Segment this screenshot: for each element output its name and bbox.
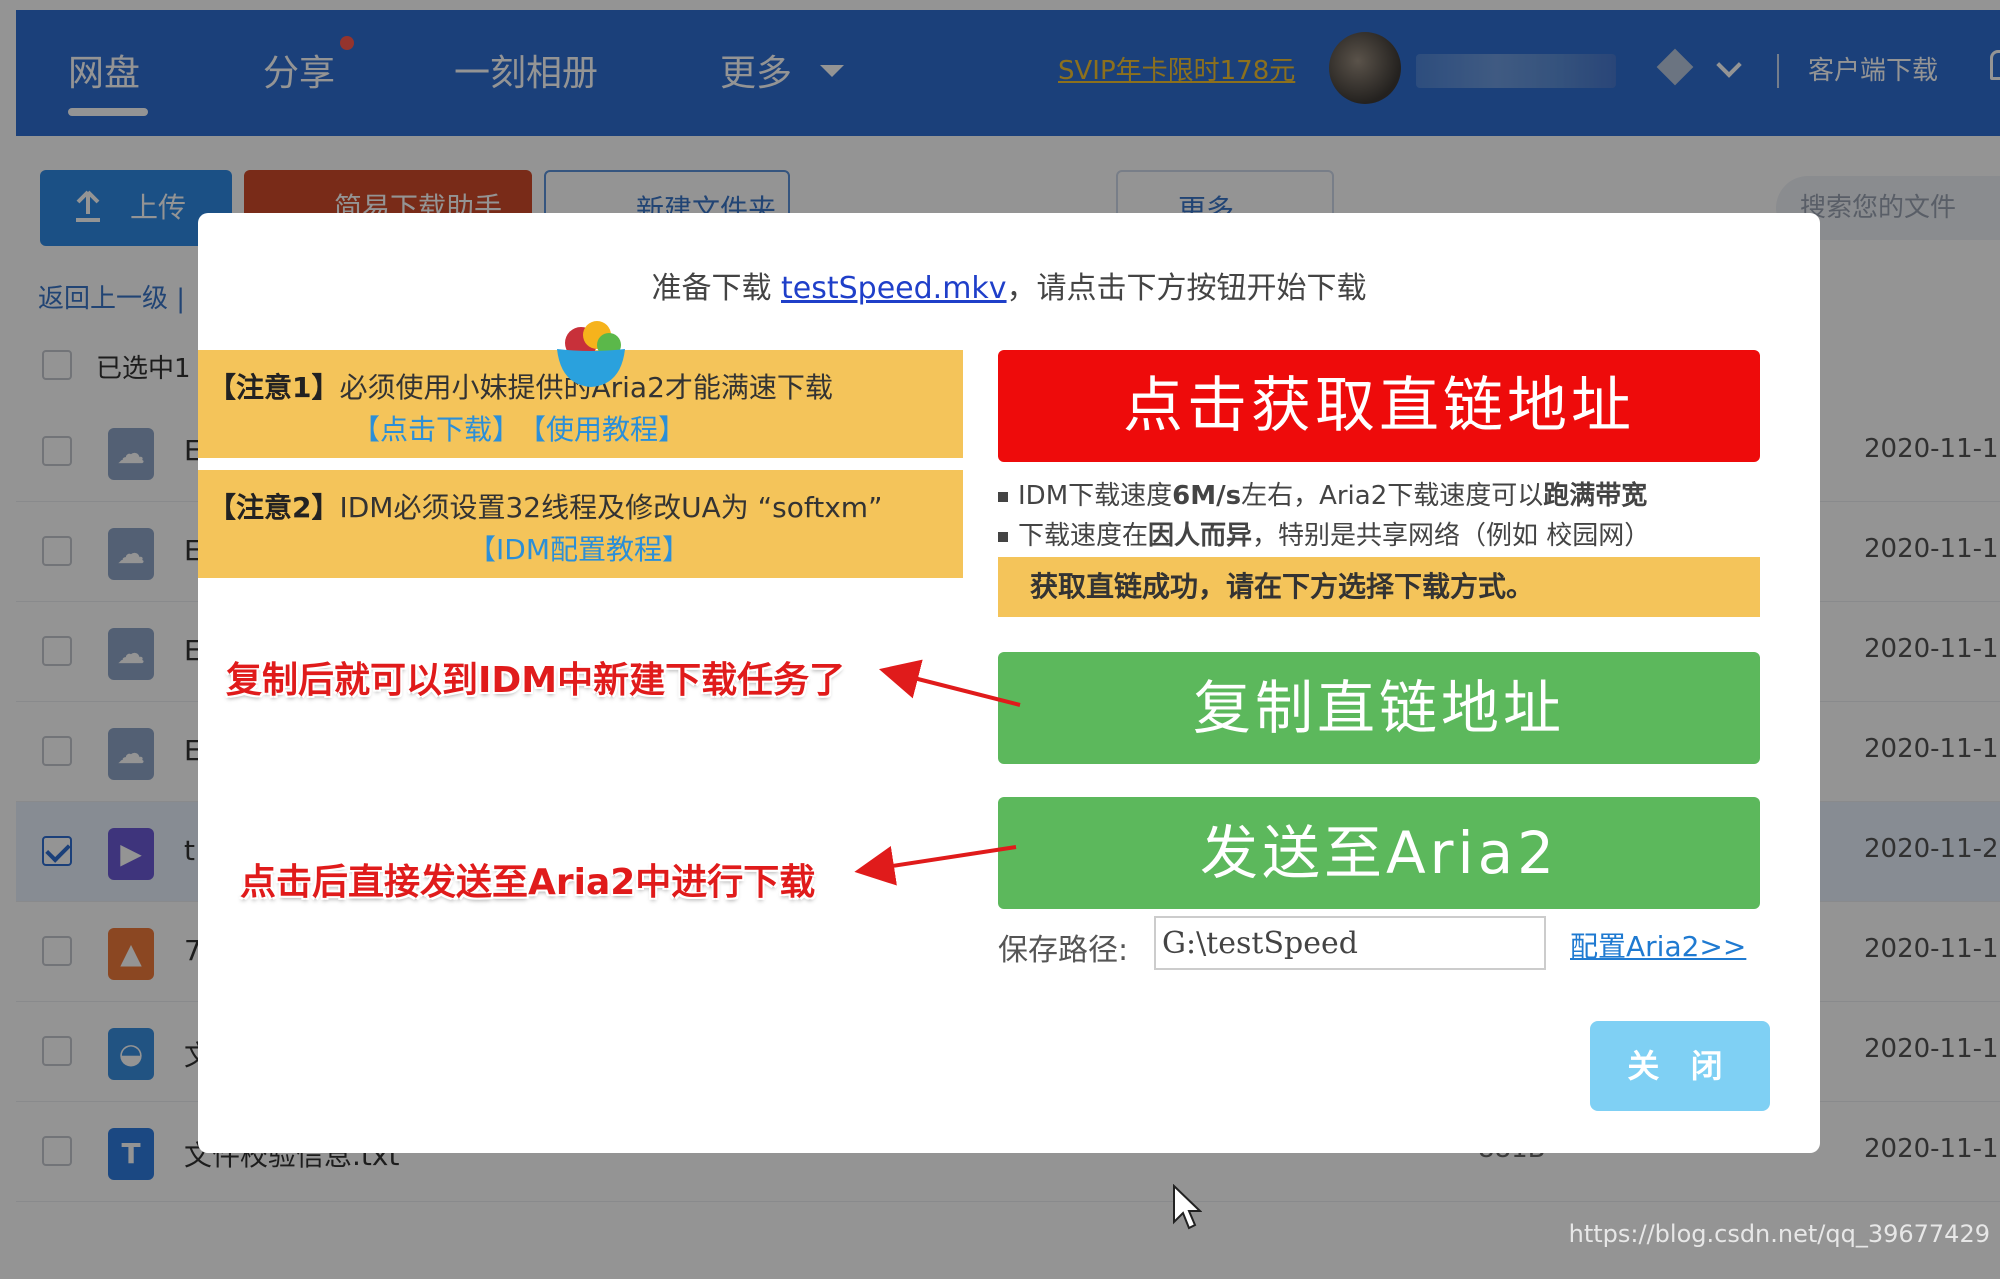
configure-aria2-link[interactable]: 配置Aria2>> <box>1570 925 1746 965</box>
close-button[interactable]: 关 闭 <box>1590 1021 1770 1111</box>
notice-1-label: 【注意1】 <box>208 371 340 404</box>
tip2-part-b: 因人而异 <box>1148 521 1253 551</box>
tip1-part-b: 6M/s <box>1172 481 1242 511</box>
direct-link-dialog: 准备下载 testSpeed.mkv，请点击下方按钮开始下载 【注意1】必须使用… <box>198 213 1820 1153</box>
success-message: 获取直链成功，请在下方选择下载方式。 <box>998 557 1760 617</box>
notice-1-text: 【注意1】必须使用小妹提供的Aria2才能满速下载 <box>208 366 833 406</box>
tip2-part-a: 下载速度在 <box>1018 521 1149 551</box>
aria2-hint-annotation: 点击后直接发送至Aria2中进行下载 <box>240 862 816 903</box>
mouse-cursor-icon <box>1173 1184 1202 1230</box>
tip2-part-c: ，特别是共享网络（例如 校园网） <box>1252 521 1651 551</box>
copy-direct-link-button[interactable]: 复制直链地址 <box>998 652 1760 764</box>
tip1-part-c: 左右，Aria2下载速度可以 <box>1241 481 1544 511</box>
notice-2-text: 【注意2】IDM必须设置32线程及修改UA为 “softxm” <box>208 486 883 526</box>
send-to-aria2-button[interactable]: 发送至Aria2 <box>998 797 1760 909</box>
arrow-to-aria2-hint-icon <box>854 845 1017 886</box>
speed-tip-1: IDM下载速度6M/s左右，Aria2下载速度可以跑满带宽 <box>998 475 1647 512</box>
prepare-suffix: ，请点击下方按钮开始下载 <box>1006 271 1367 306</box>
notice-2-body: IDM必须设置32线程及修改UA为 “softxm” <box>339 491 883 524</box>
watermark: https://blog.csdn.net/qq_39677429 <box>1568 1220 1990 1248</box>
save-path-label: 保存路径: <box>998 933 1129 968</box>
tip1-part-a: IDM下载速度 <box>1018 481 1173 511</box>
bullet-icon <box>998 491 1008 502</box>
download-aria2-link[interactable]: 【点击下载】 <box>352 408 520 448</box>
tip1-part-d: 跑满带宽 <box>1543 481 1648 511</box>
bullet-icon <box>998 531 1008 542</box>
copy-hint-annotation: 复制后就可以到IDM中新建下载任务了 <box>226 660 846 701</box>
speed-tip-2: 下载速度在因人而异，特别是共享网络（例如 校园网） <box>998 515 1650 552</box>
get-direct-link-button[interactable]: 点击获取直链地址 <box>998 350 1760 462</box>
filename-link[interactable]: testSpeed.mkv <box>781 271 1007 306</box>
idm-config-tutorial-link[interactable]: 【IDM配置教程】 <box>468 528 690 568</box>
fruit-bowl-logo-icon <box>557 321 625 387</box>
save-path-input[interactable] <box>1154 916 1546 970</box>
prepare-prefix: 准备下载 <box>651 271 781 306</box>
tutorial-link[interactable]: 【使用教程】 <box>518 408 686 448</box>
notice-2: 【注意2】IDM必须设置32线程及修改UA为 “softxm” 【IDM配置教程… <box>198 470 963 578</box>
prepare-download-text: 准备下载 testSpeed.mkv，请点击下方按钮开始下载 <box>198 263 1820 307</box>
notice-2-label: 【注意2】 <box>208 491 340 524</box>
